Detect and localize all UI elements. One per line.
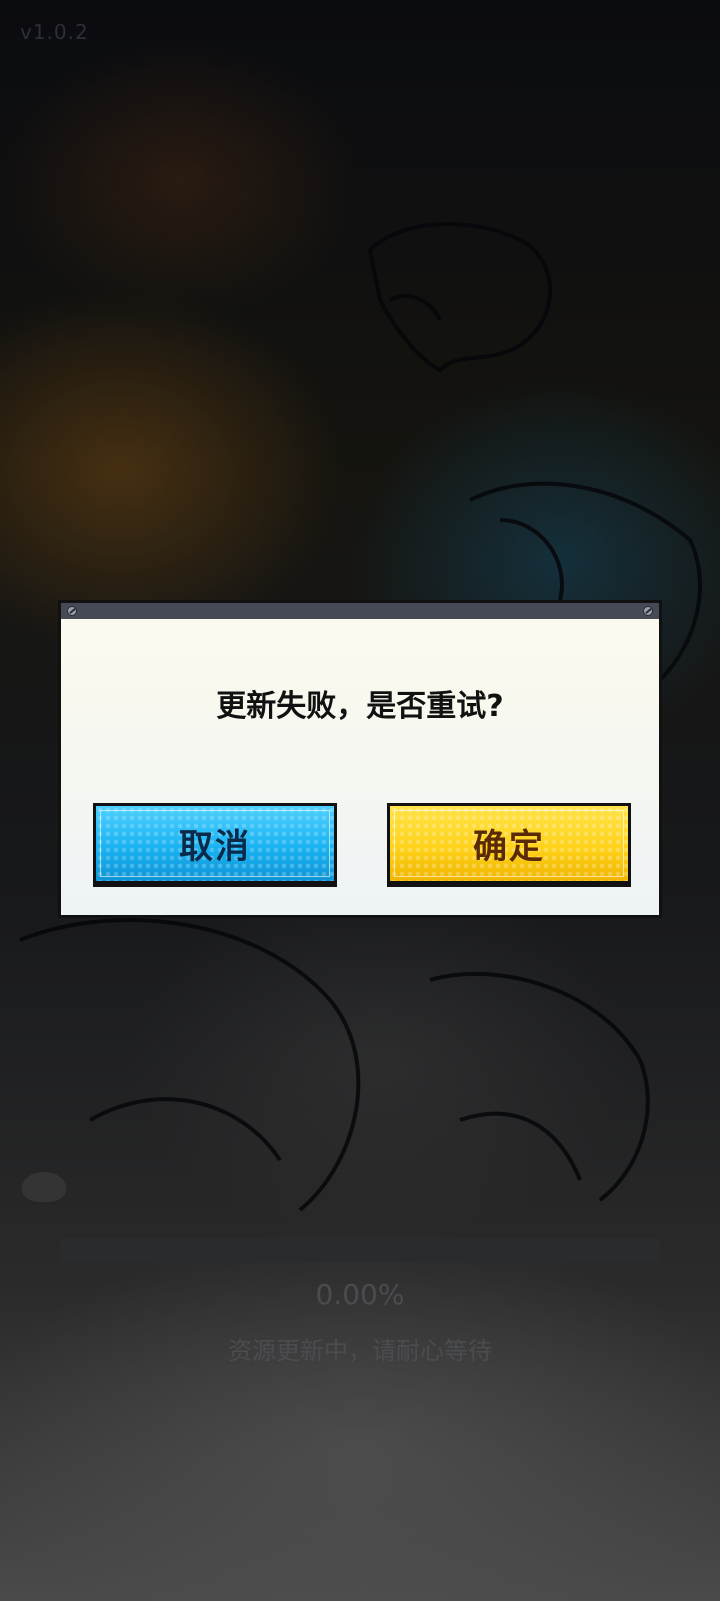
screw-icon bbox=[643, 606, 653, 616]
dialog-message: 更新失败，是否重试? bbox=[216, 689, 504, 724]
cancel-button[interactable]: 取消 bbox=[93, 803, 337, 887]
game-screen: v1.0.2 0.00% 资源更新中，请耐心等待 更新失败，是否重试? 取消 确… bbox=[0, 0, 720, 1601]
version-label: v1.0.2 bbox=[20, 20, 89, 44]
confirm-button[interactable]: 确定 bbox=[387, 803, 631, 887]
progress-percent: 0.00% bbox=[315, 1278, 405, 1311]
screw-icon bbox=[67, 606, 77, 616]
loading-status-text: 资源更新中，请耐心等待 bbox=[228, 1337, 492, 1365]
progress-bar bbox=[60, 1238, 660, 1262]
cancel-button-label: 取消 bbox=[179, 827, 251, 867]
retry-dialog: 更新失败，是否重试? 取消 确定 bbox=[58, 600, 662, 918]
confirm-button-label: 确定 bbox=[473, 827, 545, 867]
dialog-title-bar bbox=[61, 603, 659, 619]
loading-character-icon bbox=[22, 1172, 66, 1202]
